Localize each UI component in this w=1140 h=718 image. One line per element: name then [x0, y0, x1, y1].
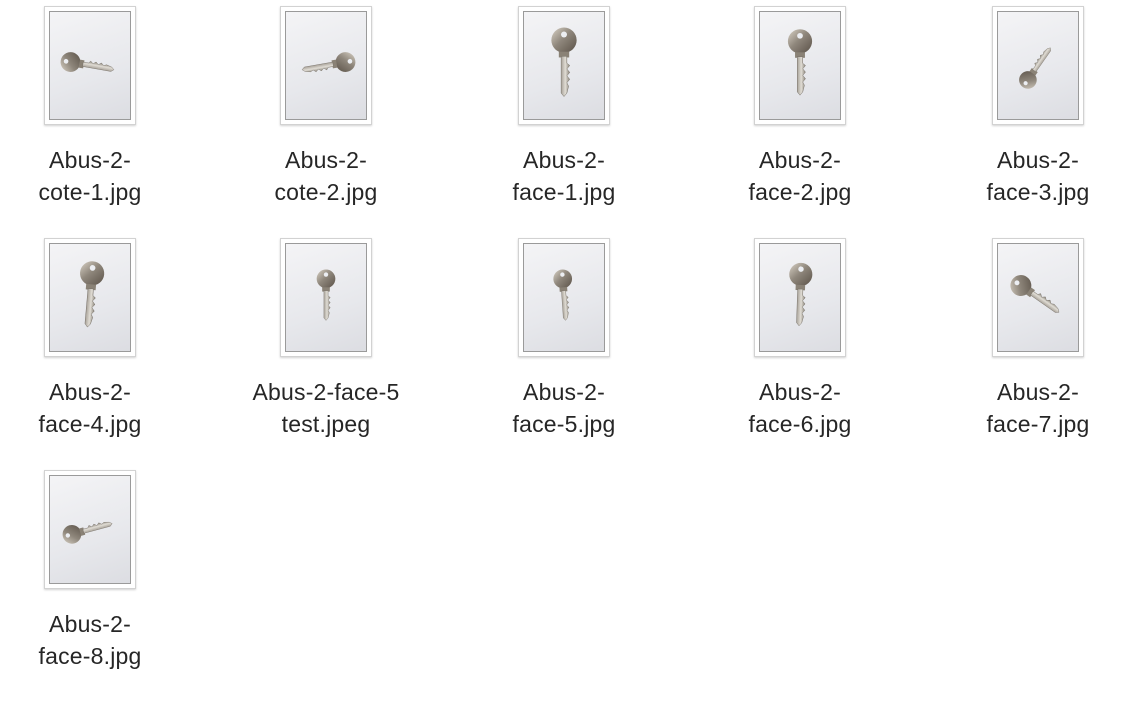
file-thumbnail[interactable]: [992, 6, 1084, 125]
key-photo-icon: [759, 243, 841, 352]
file-item[interactable]: Abus-2- face-3.jpg: [938, 6, 1138, 208]
file-name[interactable]: Abus-2- face-2.jpg: [705, 144, 895, 208]
file-name[interactable]: Abus-2- face-4.jpg: [0, 376, 185, 440]
file-name[interactable]: Abus-2- face-3.jpg: [943, 144, 1133, 208]
file-item[interactable]: Abus-2- face-5.jpg: [464, 238, 664, 440]
file-item[interactable]: Abus-2- face-2.jpg: [700, 6, 900, 208]
key-photo-icon: [759, 11, 841, 120]
file-thumbnail[interactable]: [754, 6, 846, 125]
file-thumbnail[interactable]: [992, 238, 1084, 357]
file-thumbnail[interactable]: [518, 238, 610, 357]
file-item[interactable]: Abus-2- cote-2.jpg: [226, 6, 426, 208]
key-photo-icon: [997, 243, 1079, 352]
file-item[interactable]: Abus-2- face-6.jpg: [700, 238, 900, 440]
file-item[interactable]: Abus-2- face-4.jpg: [0, 238, 190, 440]
file-name[interactable]: Abus-2- cote-2.jpg: [231, 144, 421, 208]
file-thumbnail[interactable]: [44, 6, 136, 125]
file-thumbnail[interactable]: [280, 6, 372, 125]
file-item[interactable]: Abus-2- face-8.jpg: [0, 470, 190, 672]
key-photo-icon: [49, 243, 131, 352]
file-thumbnail[interactable]: [280, 238, 372, 357]
file-item[interactable]: Abus-2-face-5 test.jpeg: [226, 238, 426, 440]
file-name[interactable]: Abus-2- cote-1.jpg: [0, 144, 185, 208]
file-item[interactable]: Abus-2- cote-1.jpg: [0, 6, 190, 208]
key-photo-icon: [997, 11, 1079, 120]
file-name[interactable]: Abus-2- face-7.jpg: [943, 376, 1133, 440]
file-name[interactable]: Abus-2- face-8.jpg: [0, 608, 185, 672]
file-thumbnail[interactable]: [754, 238, 846, 357]
file-name[interactable]: Abus-2- face-5.jpg: [469, 376, 659, 440]
key-photo-icon: [49, 11, 131, 120]
file-thumbnail[interactable]: [44, 238, 136, 357]
key-photo-icon: [49, 475, 131, 584]
file-thumbnail[interactable]: [518, 6, 610, 125]
file-thumbnail[interactable]: [44, 470, 136, 589]
key-photo-icon: [523, 11, 605, 120]
key-photo-icon: [285, 11, 367, 120]
file-item[interactable]: Abus-2- face-7.jpg: [938, 238, 1138, 440]
file-item[interactable]: Abus-2- face-1.jpg: [464, 6, 664, 208]
file-grid: Abus-2- cote-1.jpg Abus-2- cote-2.jpg Abus…: [0, 0, 1140, 718]
key-photo-icon: [285, 243, 367, 352]
key-photo-icon: [523, 243, 605, 352]
file-name[interactable]: Abus-2-face-5 test.jpeg: [231, 376, 421, 440]
file-name[interactable]: Abus-2- face-1.jpg: [469, 144, 659, 208]
file-name[interactable]: Abus-2- face-6.jpg: [705, 376, 895, 440]
